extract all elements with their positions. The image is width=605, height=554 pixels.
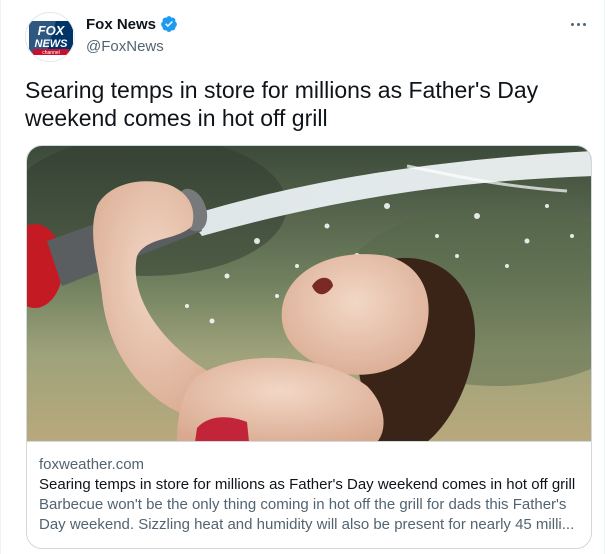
fox-news-logo-icon: FOX NEWS channel bbox=[26, 13, 74, 61]
logo-line1: FOX bbox=[38, 23, 66, 38]
logo-line3: channel bbox=[42, 50, 60, 56]
verified-badge-icon bbox=[160, 15, 178, 33]
author-name-row[interactable]: Fox News bbox=[86, 15, 178, 33]
author-display-name[interactable]: Fox News bbox=[86, 16, 156, 33]
card-domain: foxweather.com bbox=[39, 456, 145, 473]
tweet[interactable]: FOX NEWS channel Fox News @FoxNews Seari… bbox=[0, 0, 605, 554]
child-water-photo-icon bbox=[27, 146, 591, 441]
more-dot bbox=[570, 22, 574, 26]
more-dot bbox=[576, 22, 580, 26]
more-options-button[interactable] bbox=[564, 14, 592, 34]
more-dot bbox=[582, 22, 586, 26]
author-avatar[interactable]: FOX NEWS channel bbox=[25, 12, 75, 62]
card-title: Searing temps in store for millions as F… bbox=[39, 476, 576, 493]
card-body[interactable]: foxweather.com Searing temps in store fo… bbox=[27, 443, 591, 535]
card-image[interactable] bbox=[27, 146, 591, 442]
tweet-text: Searing temps in store for millions as F… bbox=[25, 77, 539, 131]
card-description: Barbecue won't be the only thing coming … bbox=[39, 496, 575, 533]
logo-line2: NEWS bbox=[35, 38, 69, 50]
author-handle[interactable]: @FoxNews bbox=[86, 38, 164, 55]
link-card[interactable]: foxweather.com Searing temps in store fo… bbox=[26, 145, 592, 549]
